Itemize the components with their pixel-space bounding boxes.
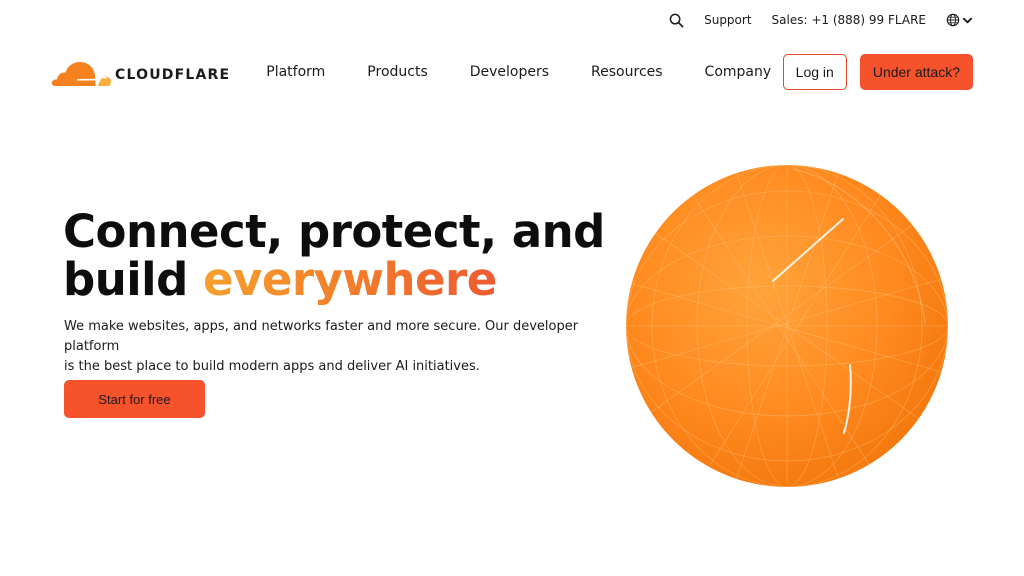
- nav-item-platform[interactable]: Platform: [266, 64, 325, 80]
- hero-title: Connect, protect, and build everywhere: [63, 208, 605, 304]
- chevron-down-icon: [962, 17, 973, 23]
- nav-item-products[interactable]: Products: [367, 64, 427, 80]
- nav-item-company[interactable]: Company: [705, 64, 772, 80]
- hero-title-accent: everywhere: [202, 253, 497, 306]
- support-link[interactable]: Support: [704, 13, 751, 27]
- main-nav: CLOUDFLARE Platform Products Developers …: [51, 50, 973, 94]
- nav-links: Platform Products Developers Resources C…: [266, 64, 771, 80]
- sales-phone-link[interactable]: Sales: +1 (888) 99 FLARE: [772, 13, 926, 27]
- hero-description-line1: We make websites, apps, and networks fas…: [64, 319, 579, 354]
- page: Support Sales: +1 (888) 99 FLARE CLOUDFL…: [0, 0, 1024, 576]
- under-attack-button[interactable]: Under attack?: [859, 54, 973, 90]
- hero-title-prefix: build: [63, 253, 203, 306]
- nav-actions: Log in Under attack?: [782, 54, 973, 90]
- start-for-free-button[interactable]: Start for free: [64, 380, 205, 418]
- hero-description: We make websites, apps, and networks fas…: [64, 317, 604, 377]
- cloud-logo-icon: [51, 62, 111, 86]
- hero-description-line2: is the best place to build modern apps a…: [64, 359, 480, 374]
- search-icon[interactable]: [667, 11, 685, 29]
- utility-bar: Support Sales: +1 (888) 99 FLARE: [667, 8, 973, 32]
- logo-wordmark: CLOUDFLARE: [115, 67, 231, 83]
- hero-title-line1: Connect, protect, and: [63, 205, 605, 258]
- nav-item-resources[interactable]: Resources: [591, 64, 663, 80]
- network-globe-image: [626, 165, 948, 487]
- nav-item-developers[interactable]: Developers: [470, 64, 549, 80]
- globe-icon: [946, 13, 960, 27]
- cloudflare-logo[interactable]: CLOUDFLARE: [51, 52, 230, 92]
- language-selector[interactable]: [946, 13, 973, 27]
- login-button[interactable]: Log in: [782, 54, 847, 90]
